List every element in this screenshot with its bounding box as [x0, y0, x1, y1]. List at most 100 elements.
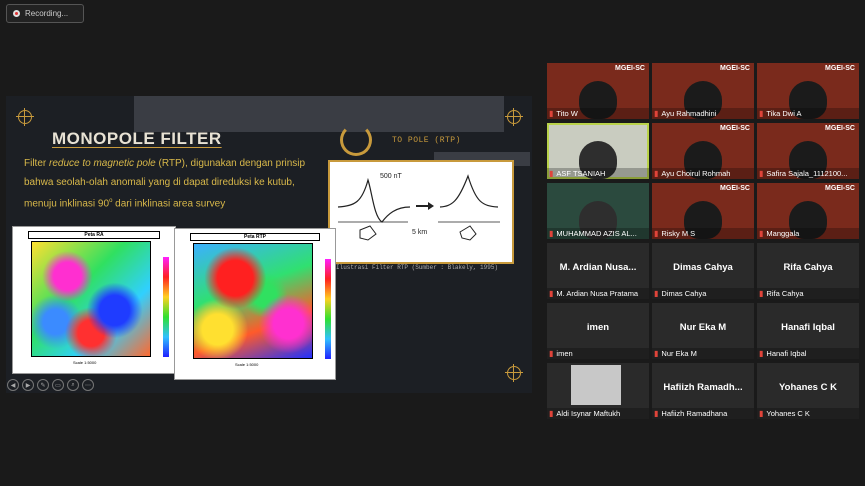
participant-tile[interactable]: MGEI-SC ▮ Tito W	[547, 63, 649, 119]
muted-mic-icon: ▮	[549, 169, 554, 178]
muted-mic-icon: ▮	[759, 229, 764, 238]
participant-name-label: ▮ Ayu Rahmadhini	[652, 108, 754, 119]
brand-logo: MGEI-SC	[720, 65, 750, 72]
participant-display-name: Hafiizh Ramadh...	[663, 382, 743, 393]
participant-tile[interactable]: MGEI-SC ▮ Ayu Rahmadhini	[652, 63, 754, 119]
crosshair-icon	[505, 108, 523, 126]
participant-name-label: ▮ Yohanes C K	[757, 408, 859, 419]
participant-display-name: Yohanes C K	[779, 382, 837, 393]
participant-name-label: ▮ M. Ardian Nusa Pratama	[547, 288, 649, 299]
participant-tile[interactable]: M. Ardian Nusa... ▮ M. Ardian Nusa Pratama	[547, 243, 649, 299]
muted-mic-icon: ▮	[654, 229, 659, 238]
participant-tile[interactable]: MGEI-SC ▮ Ayu Choirul Rohmah	[652, 123, 754, 179]
participant-display-name: imen	[586, 322, 610, 333]
map-rtp-plot	[193, 243, 313, 359]
participant-name-label: ▮ Dimas Cahya	[652, 288, 754, 299]
map-ra-colorbar	[163, 257, 169, 357]
map-rtp-scale: Scale 1:5000	[235, 362, 259, 367]
brand-logo: MGEI-SC	[720, 125, 750, 132]
participant-tile[interactable]: Dimas Cahya ▮ Dimas Cahya	[652, 243, 754, 299]
muted-mic-icon: ▮	[654, 169, 659, 178]
figure-km-label: 5 km	[412, 229, 427, 236]
muted-mic-icon: ▮	[549, 109, 554, 118]
participant-display-name: Hanafi Iqbal	[781, 322, 835, 333]
participant-display-name: Nur Eka M	[679, 322, 727, 333]
participant-name-label: ▮ Aldi Isynar Maftukh	[547, 408, 649, 419]
pen-icon[interactable]: ✎	[37, 379, 49, 391]
rtp-illustration: 500 nT 5 km	[328, 160, 514, 264]
muted-mic-icon: ▮	[654, 409, 659, 418]
muted-mic-icon: ▮	[759, 409, 764, 418]
participant-tile[interactable]: MGEI-SC ▮ Safira Sajala_1112100...	[757, 123, 859, 179]
map-rtp-colorbar	[325, 259, 331, 359]
map-rtp-title: Peta RTP	[190, 233, 320, 241]
to-pole-label: TO POLE (RTP)	[392, 136, 461, 145]
slide-controls: ◀ ▶ ✎ ▭ ⌕ ⋯	[7, 379, 94, 391]
map-ra-scale: Scale 1:5000	[73, 360, 97, 365]
participant-tile[interactable]: Nur Eka M ▮ Nur Eka M	[652, 303, 754, 359]
brand-logo: MGEI-SC	[615, 65, 645, 72]
participant-tile[interactable]: ▮ Aldi Isynar Maftukh	[547, 363, 649, 419]
participant-name-label: ▮ MUHAMMAD AZIS AL...	[547, 228, 649, 239]
slide-body: Filter reduce to magnetic pole (RTP), di…	[24, 158, 306, 210]
recording-label: Recording...	[25, 9, 69, 18]
more-options-icon[interactable]: ⋯	[82, 379, 94, 391]
participant-name-label: ▮ Tito W	[547, 108, 649, 119]
brand-logo: MGEI-SC	[825, 185, 855, 192]
crosshair-icon	[505, 364, 523, 382]
participant-name-label: ▮ Nur Eka M	[652, 348, 754, 359]
muted-mic-icon: ▮	[654, 289, 659, 298]
brand-logo: MGEI-SC	[825, 65, 855, 72]
participant-tile[interactable]: Hafiizh Ramadh... ▮ Hafiizh Ramadhana	[652, 363, 754, 419]
participant-display-name: Dimas Cahya	[673, 262, 733, 273]
map-ra: Peta RA Scale 1:5000	[12, 226, 176, 374]
participant-display-name: Rifa Cahya	[783, 262, 833, 273]
muted-mic-icon: ▮	[759, 289, 764, 298]
participant-name-label: ▮ Risky M S	[652, 228, 754, 239]
shared-screen-slide: MONOPOLE FILTER Filter reduce to magneti…	[6, 96, 532, 393]
participant-tile[interactable]: MGEI-SC ▮ Tika Dwi A	[757, 63, 859, 119]
zoom-icon[interactable]: ⌕	[67, 379, 79, 391]
recording-indicator[interactable]: Recording...	[6, 4, 84, 23]
decorative-arc	[340, 124, 372, 156]
participant-name-label: ▮ Hanafi Iqbal	[757, 348, 859, 359]
muted-mic-icon: ▮	[759, 169, 764, 178]
muted-mic-icon: ▮	[549, 289, 554, 298]
muted-mic-icon: ▮	[549, 349, 554, 358]
brand-logo: MGEI-SC	[825, 125, 855, 132]
participant-name-label: ▮ Rifa Cahya	[757, 288, 859, 299]
participant-tile[interactable]: MGEI-SC ▮ Risky M S	[652, 183, 754, 239]
participant-tile[interactable]: Yohanes C K ▮ Yohanes C K	[757, 363, 859, 419]
previous-slide-icon[interactable]: ◀	[7, 379, 19, 391]
profile-picture	[571, 365, 621, 405]
redacted-header	[134, 96, 504, 132]
muted-mic-icon: ▮	[654, 109, 659, 118]
record-icon	[13, 10, 20, 17]
slide-title: MONOPOLE FILTER	[52, 129, 222, 148]
map-rtp: Peta RTP Scale 1:5000	[174, 228, 336, 380]
participant-tile[interactable]: ▮ ASF TSANIAH	[547, 123, 649, 179]
muted-mic-icon: ▮	[759, 349, 764, 358]
participant-tile[interactable]: ▮ MUHAMMAD AZIS AL...	[547, 183, 649, 239]
participant-name-label: ▮ Hafiizh Ramadhana	[652, 408, 754, 419]
participant-name-label: ▮ ASF TSANIAH	[547, 168, 649, 179]
participant-name-label: ▮ Safira Sajala_1112100...	[757, 168, 859, 179]
participant-tile[interactable]: MGEI-SC ▮ Manggala	[757, 183, 859, 239]
muted-mic-icon: ▮	[654, 349, 659, 358]
brand-logo: MGEI-SC	[720, 185, 750, 192]
figure-nt-label: 500 nT	[380, 173, 403, 180]
crosshair-icon	[16, 108, 34, 126]
map-ra-title: Peta RA	[28, 231, 160, 239]
participant-tile[interactable]: Hanafi Iqbal ▮ Hanafi Iqbal	[757, 303, 859, 359]
next-slide-icon[interactable]: ▶	[22, 379, 34, 391]
slides-view-icon[interactable]: ▭	[52, 379, 64, 391]
participant-display-name: M. Ardian Nusa...	[559, 262, 637, 273]
participant-name-label: ▮ Ayu Choirul Rohmah	[652, 168, 754, 179]
muted-mic-icon: ▮	[759, 109, 764, 118]
participant-tile[interactable]: Rifa Cahya ▮ Rifa Cahya	[757, 243, 859, 299]
participant-tile[interactable]: imen ▮ imen	[547, 303, 649, 359]
muted-mic-icon: ▮	[549, 229, 554, 238]
participant-name-label: ▮ imen	[547, 348, 649, 359]
participant-name-label: ▮ Tika Dwi A	[757, 108, 859, 119]
muted-mic-icon: ▮	[549, 409, 554, 418]
